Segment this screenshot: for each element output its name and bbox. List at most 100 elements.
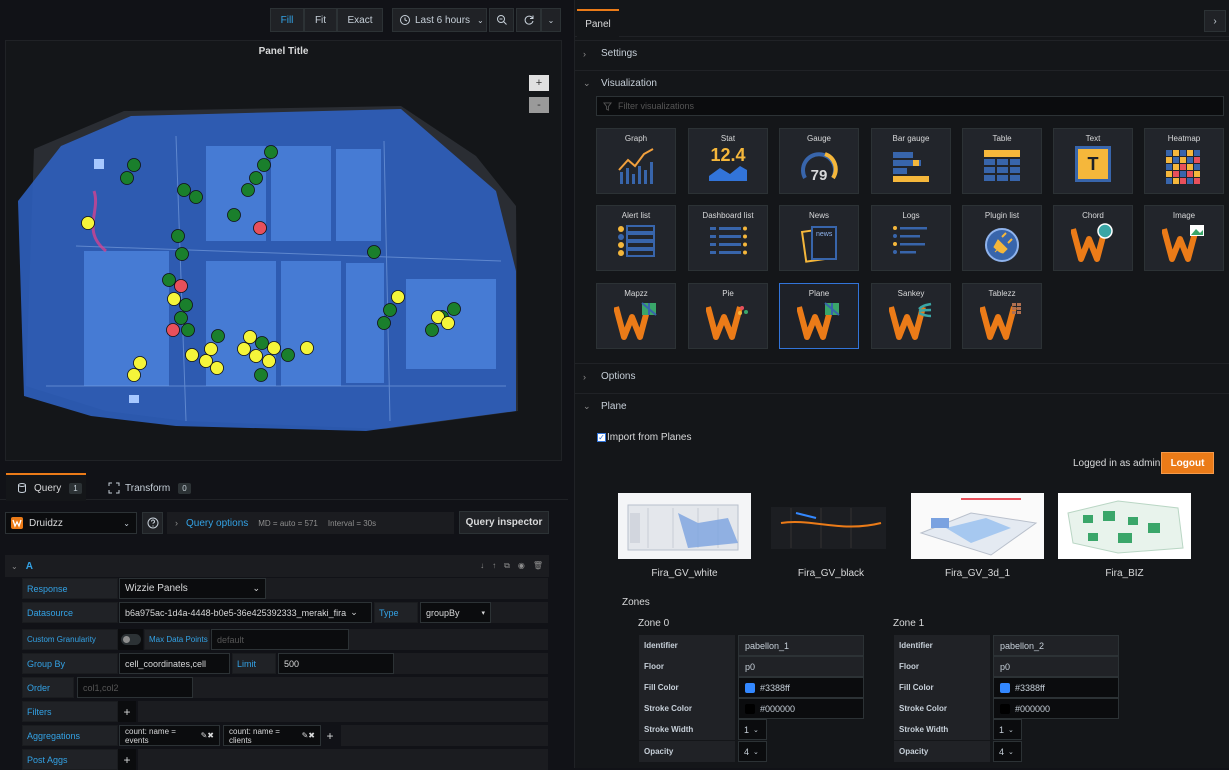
filter-visualizations-input[interactable]: Filter visualizations [596, 96, 1224, 116]
zone-stroke-width-select[interactable]: 1 ⌄ [738, 719, 767, 740]
zone-floor-input[interactable]: p0 [738, 656, 864, 677]
plane-thumb-fira-biz[interactable] [1058, 493, 1191, 559]
move-up-icon[interactable]: ↑ [492, 561, 496, 571]
viz-heatmap[interactable]: Heatmap [1144, 128, 1224, 194]
time-range-picker[interactable]: Last 6 hours ⌄ [392, 8, 487, 32]
viz-tablezz[interactable]: Tablezz [962, 283, 1042, 349]
aggregation-chip[interactable]: count: name = events ✎ ✖ [119, 725, 220, 746]
zone-stroke-width-select[interactable]: 1 ⌄ [993, 719, 1022, 740]
add-post-agg-button[interactable]: + [118, 749, 136, 770]
section-plane[interactable]: ⌄ Plane [575, 393, 1229, 419]
add-filter-button[interactable]: + [118, 701, 136, 722]
section-visualization[interactable]: ⌄ Visualization [575, 70, 1229, 96]
viz-sankey[interactable]: Sankey [871, 283, 951, 349]
marker-green [377, 316, 391, 330]
color-swatch [1000, 682, 1010, 693]
granularity-toggle[interactable] [118, 629, 143, 650]
viz-image[interactable]: Image [1144, 205, 1224, 271]
order-input[interactable]: col1,col2 [77, 677, 193, 698]
logged-in-text: Logged in as admin [1073, 458, 1161, 469]
close-icon[interactable]: ✖ [207, 731, 214, 740]
viz-plane[interactable]: Plane [779, 283, 859, 349]
interval-info: Interval = 30s [327, 518, 377, 528]
zone-opacity-select[interactable]: 4 ⌄ [993, 741, 1022, 762]
zone-identifier-input[interactable]: pabellon_2 [993, 635, 1119, 656]
zone-floor-input[interactable]: p0 [993, 656, 1119, 677]
tab-panel[interactable]: Panel [577, 9, 619, 37]
refresh-button[interactable] [516, 8, 541, 32]
type-value: groupBy [426, 607, 460, 618]
response-row: Response Wizzie Panels ⌄ [22, 578, 548, 599]
edit-icon[interactable]: ✎ [302, 731, 309, 740]
datasource-select[interactable]: b6a975ac-1d4a-4448-b0e5-36e425392333_mer… [119, 602, 372, 623]
viz-text[interactable]: Text T [1053, 128, 1133, 194]
marker-yellow [81, 216, 95, 230]
edit-icon[interactable]: ✎ [201, 731, 208, 740]
collapse-pane-button[interactable]: › [1204, 10, 1226, 32]
zoom-out-time-button[interactable] [489, 8, 514, 32]
viz-alert-list[interactable]: Alert list [596, 205, 676, 271]
zone-opacity-label: Opacity [639, 741, 735, 762]
duplicate-icon[interactable]: ⧉ [504, 561, 510, 571]
tab-transform-count: 0 [178, 482, 191, 494]
group-by-input[interactable]: cell_coordinates,cell [119, 653, 230, 674]
zone-identifier-label: Identifier [894, 635, 990, 656]
viz-dashboard-list[interactable]: Dashboard list [688, 205, 768, 271]
zone-identifier-input[interactable]: pabellon_1 [738, 635, 864, 656]
transform-icon [108, 482, 120, 494]
viz-logs[interactable]: Logs [871, 205, 951, 271]
exact-button[interactable]: Exact [337, 8, 383, 32]
checkbox-checked-icon[interactable]: ✓ [597, 433, 606, 442]
viz-chord[interactable]: Chord [1053, 205, 1133, 271]
response-select[interactable]: Wizzie Panels ⌄ [119, 578, 266, 599]
marker-green [447, 302, 461, 316]
section-settings[interactable]: › Settings [575, 40, 1229, 66]
fill-button[interactable]: Fill [270, 8, 304, 32]
eye-icon[interactable]: ◉ [518, 561, 525, 571]
move-down-icon[interactable]: ↓ [480, 561, 484, 571]
help-button[interactable] [142, 512, 163, 534]
aggregation-1-text: count: name = events [125, 726, 176, 745]
zone-fill-color-input[interactable]: #3388ff [738, 677, 864, 698]
plane-thumb-fira-gv-black[interactable] [761, 493, 894, 559]
query-row-header[interactable]: ⌄ A ↓ ↑ ⧉ ◉ 🗑 [5, 555, 549, 577]
query-options-bar[interactable]: › Query options MD = auto = 571 Interval… [167, 512, 454, 534]
trash-icon[interactable]: 🗑 [533, 561, 543, 571]
viz-graph[interactable]: Graph [596, 128, 676, 194]
query-inspector-button[interactable]: Query inspector [459, 511, 549, 534]
viz-pie[interactable]: Pie [688, 283, 768, 349]
type-select[interactable]: groupBy ▾ [420, 602, 491, 623]
viz-gauge[interactable]: Gauge 79 [779, 128, 859, 194]
viz-plugin-list[interactable]: Plugin list [962, 205, 1042, 271]
close-icon[interactable]: ✖ [308, 731, 315, 740]
viz-stat[interactable]: Stat 12.4 [688, 128, 768, 194]
zone-fill-color-input[interactable]: #3388ff [993, 677, 1119, 698]
viz-mapzz[interactable]: Mapzz [596, 283, 676, 349]
datasource-picker[interactable]: Druidzz ⌄ [5, 512, 137, 534]
aggregation-chip[interactable]: count: name = clients ✎ ✖ [223, 725, 321, 746]
marker-green [254, 368, 268, 382]
left-pane: Fill Fit Exact Last 6 hours ⌄ ⌄ Panel Ti… [0, 0, 568, 770]
import-from-planes[interactable]: ✓ Import from Planes [597, 432, 691, 443]
floor-plan-map[interactable] [6, 41, 561, 460]
zone-opacity-select[interactable]: 4 ⌄ [738, 741, 767, 762]
viz-news[interactable]: News news [779, 205, 859, 271]
marker-yellow [243, 330, 257, 344]
max-data-points-input[interactable]: default [211, 629, 349, 650]
plane-thumb-fira-gv-3d-1[interactable] [911, 493, 1044, 559]
add-aggregation-button[interactable]: + [321, 725, 339, 746]
tab-query[interactable]: Query 1 [6, 473, 86, 501]
viz-bar-gauge[interactable]: Bar gauge [871, 128, 951, 194]
logout-button[interactable]: Logout [1161, 452, 1214, 474]
color-swatch [745, 703, 755, 714]
viz-table[interactable]: Table [962, 128, 1042, 194]
refresh-interval-dropdown[interactable]: ⌄ [541, 8, 561, 32]
fit-button[interactable]: Fit [304, 8, 337, 32]
plane-thumb-fira-gv-white[interactable] [618, 493, 751, 559]
section-options[interactable]: › Options [575, 363, 1229, 389]
time-range-label: Last 6 hours [415, 14, 471, 26]
limit-input[interactable]: 500 [278, 653, 394, 674]
tab-transform[interactable]: Transform 0 [108, 475, 198, 501]
zone-stroke-color-input[interactable]: #000000 [993, 698, 1119, 719]
zone-stroke-color-input[interactable]: #000000 [738, 698, 864, 719]
